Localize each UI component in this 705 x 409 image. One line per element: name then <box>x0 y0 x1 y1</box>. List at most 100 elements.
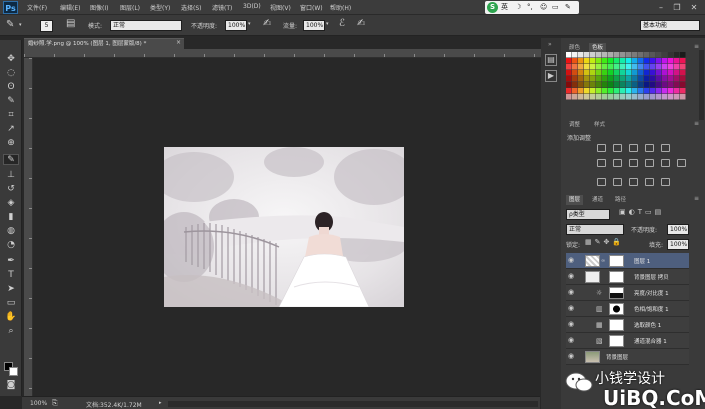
swatch[interactable] <box>590 58 596 64</box>
healing-brush-icon[interactable]: ⊕ <box>3 138 19 149</box>
swatch[interactable] <box>680 76 686 82</box>
menu-select[interactable]: 选择(S) <box>181 3 202 12</box>
dodge-tool-icon[interactable]: ◔ <box>3 240 19 251</box>
brightness-icon[interactable] <box>597 144 606 152</box>
swatch[interactable] <box>632 64 638 70</box>
swatch[interactable] <box>620 70 626 76</box>
layer-row[interactable]: ◉ 背景图层 <box>566 349 689 365</box>
swatch[interactable] <box>680 64 686 70</box>
tab-paths[interactable]: 路径 <box>612 195 629 205</box>
shape-tool-icon[interactable]: ▭ <box>3 298 19 309</box>
wedding-photo[interactable] <box>164 147 404 307</box>
tab-channels[interactable]: 通道 <box>589 195 606 205</box>
adjust-menu-icon[interactable]: ≡ <box>694 120 699 127</box>
menu-image[interactable]: 图像(I) <box>90 3 108 12</box>
swatch[interactable] <box>602 52 608 58</box>
swatch[interactable] <box>572 88 578 94</box>
swatch[interactable] <box>608 88 614 94</box>
swatch[interactable] <box>584 88 590 94</box>
swatch[interactable] <box>584 58 590 64</box>
swatch[interactable] <box>674 58 680 64</box>
pen-tool-icon[interactable]: ✒ <box>3 256 19 267</box>
quick-mask-icon[interactable]: ◙ <box>3 380 19 391</box>
layer-row[interactable]: ◉ ☼ 亮度/对比度 1 <box>566 285 689 301</box>
swatch[interactable] <box>608 64 614 70</box>
layer-row[interactable]: ◉ ▦ 选取颜色 1 <box>566 317 689 333</box>
swatch[interactable] <box>638 64 644 70</box>
swatch[interactable] <box>608 52 614 58</box>
swatch[interactable] <box>662 88 668 94</box>
brush-tool-icon[interactable]: ✎ <box>6 19 14 30</box>
ime-language[interactable]: 英 <box>501 1 508 14</box>
blur-tool-icon[interactable]: ◍ <box>3 226 19 237</box>
swatch[interactable] <box>662 76 668 82</box>
curves-icon[interactable] <box>629 144 638 152</box>
swatch[interactable] <box>644 82 650 88</box>
swatch[interactable] <box>602 58 608 64</box>
swatch[interactable] <box>578 76 584 82</box>
swatch[interactable] <box>656 94 662 100</box>
swatch[interactable] <box>626 52 632 58</box>
swatch[interactable] <box>614 52 620 58</box>
swatch[interactable] <box>566 58 572 64</box>
eye-icon[interactable]: ◉ <box>568 353 577 360</box>
eye-icon[interactable]: ◉ <box>568 337 577 344</box>
swatch[interactable] <box>650 82 656 88</box>
eye-icon[interactable]: ◉ <box>568 273 577 280</box>
gradient-map-icon[interactable] <box>645 178 654 186</box>
swatch[interactable] <box>662 70 668 76</box>
layer-row[interactable]: ◉ ∞ 图层 1 <box>566 253 689 269</box>
swatch[interactable] <box>632 52 638 58</box>
flow-dropdown-icon[interactable]: ▾ <box>326 21 329 27</box>
opacity-dropdown-icon[interactable]: ▾ <box>248 21 251 27</box>
swatch[interactable] <box>656 70 662 76</box>
swatches-grid[interactable] <box>566 52 690 104</box>
horizontal-scrollbar[interactable] <box>168 401 538 407</box>
swatch[interactable] <box>668 94 674 100</box>
swatch[interactable] <box>614 76 620 82</box>
eyedropper-tool-icon[interactable]: ↗ <box>3 124 19 135</box>
swatch[interactable] <box>602 76 608 82</box>
dock-collapse-icon[interactable]: » <box>548 41 552 48</box>
swatch[interactable] <box>626 70 632 76</box>
swatch[interactable] <box>656 52 662 58</box>
swatch[interactable] <box>614 70 620 76</box>
swatch[interactable] <box>590 82 596 88</box>
menu-file[interactable]: 文件(F) <box>27 3 47 12</box>
swatch[interactable] <box>602 94 608 100</box>
layer-row[interactable]: ◉ ▥ 色相/饱和度 1 <box>566 301 689 317</box>
color-lookup-icon[interactable] <box>677 159 686 167</box>
swatch[interactable] <box>590 70 596 76</box>
swatch[interactable] <box>596 70 602 76</box>
swatch[interactable] <box>620 82 626 88</box>
marquee-tool-icon[interactable]: ◌ <box>3 68 19 79</box>
swatch[interactable] <box>638 82 644 88</box>
swatch[interactable] <box>662 52 668 58</box>
swatch[interactable] <box>578 88 584 94</box>
swatch[interactable] <box>650 52 656 58</box>
swatch[interactable] <box>644 70 650 76</box>
zoom-tool-icon[interactable]: ⌕ <box>3 326 19 337</box>
swatch[interactable] <box>644 94 650 100</box>
mode-select[interactable]: 正常 <box>110 20 182 31</box>
swatch[interactable] <box>596 76 602 82</box>
swatch[interactable] <box>668 82 674 88</box>
layer-row[interactable]: ◉ ▧ 通道混合器 1 <box>566 333 689 349</box>
swatch[interactable] <box>590 94 596 100</box>
swatch[interactable] <box>578 64 584 70</box>
swatch[interactable] <box>590 64 596 70</box>
swatch[interactable] <box>596 64 602 70</box>
layer-filter-select[interactable]: ρ类型 <box>566 209 610 220</box>
swatch[interactable] <box>650 58 656 64</box>
hue-saturation-icon[interactable] <box>597 159 606 167</box>
eye-icon[interactable]: ◉ <box>568 289 577 296</box>
swatch[interactable] <box>584 64 590 70</box>
swatch[interactable] <box>566 88 572 94</box>
swatch[interactable] <box>572 76 578 82</box>
ime-toolbar[interactable]: S 英 ☽ °, ☺ ▭ ✎ <box>485 1 579 14</box>
swatch[interactable] <box>674 82 680 88</box>
eye-icon[interactable]: ◉ <box>568 257 577 264</box>
opacity-input[interactable]: 100% <box>225 20 247 31</box>
layer-row[interactable]: ◉ 背景图层 拷贝 <box>566 269 689 285</box>
blend-mode-select[interactable]: 正常 <box>566 224 624 235</box>
